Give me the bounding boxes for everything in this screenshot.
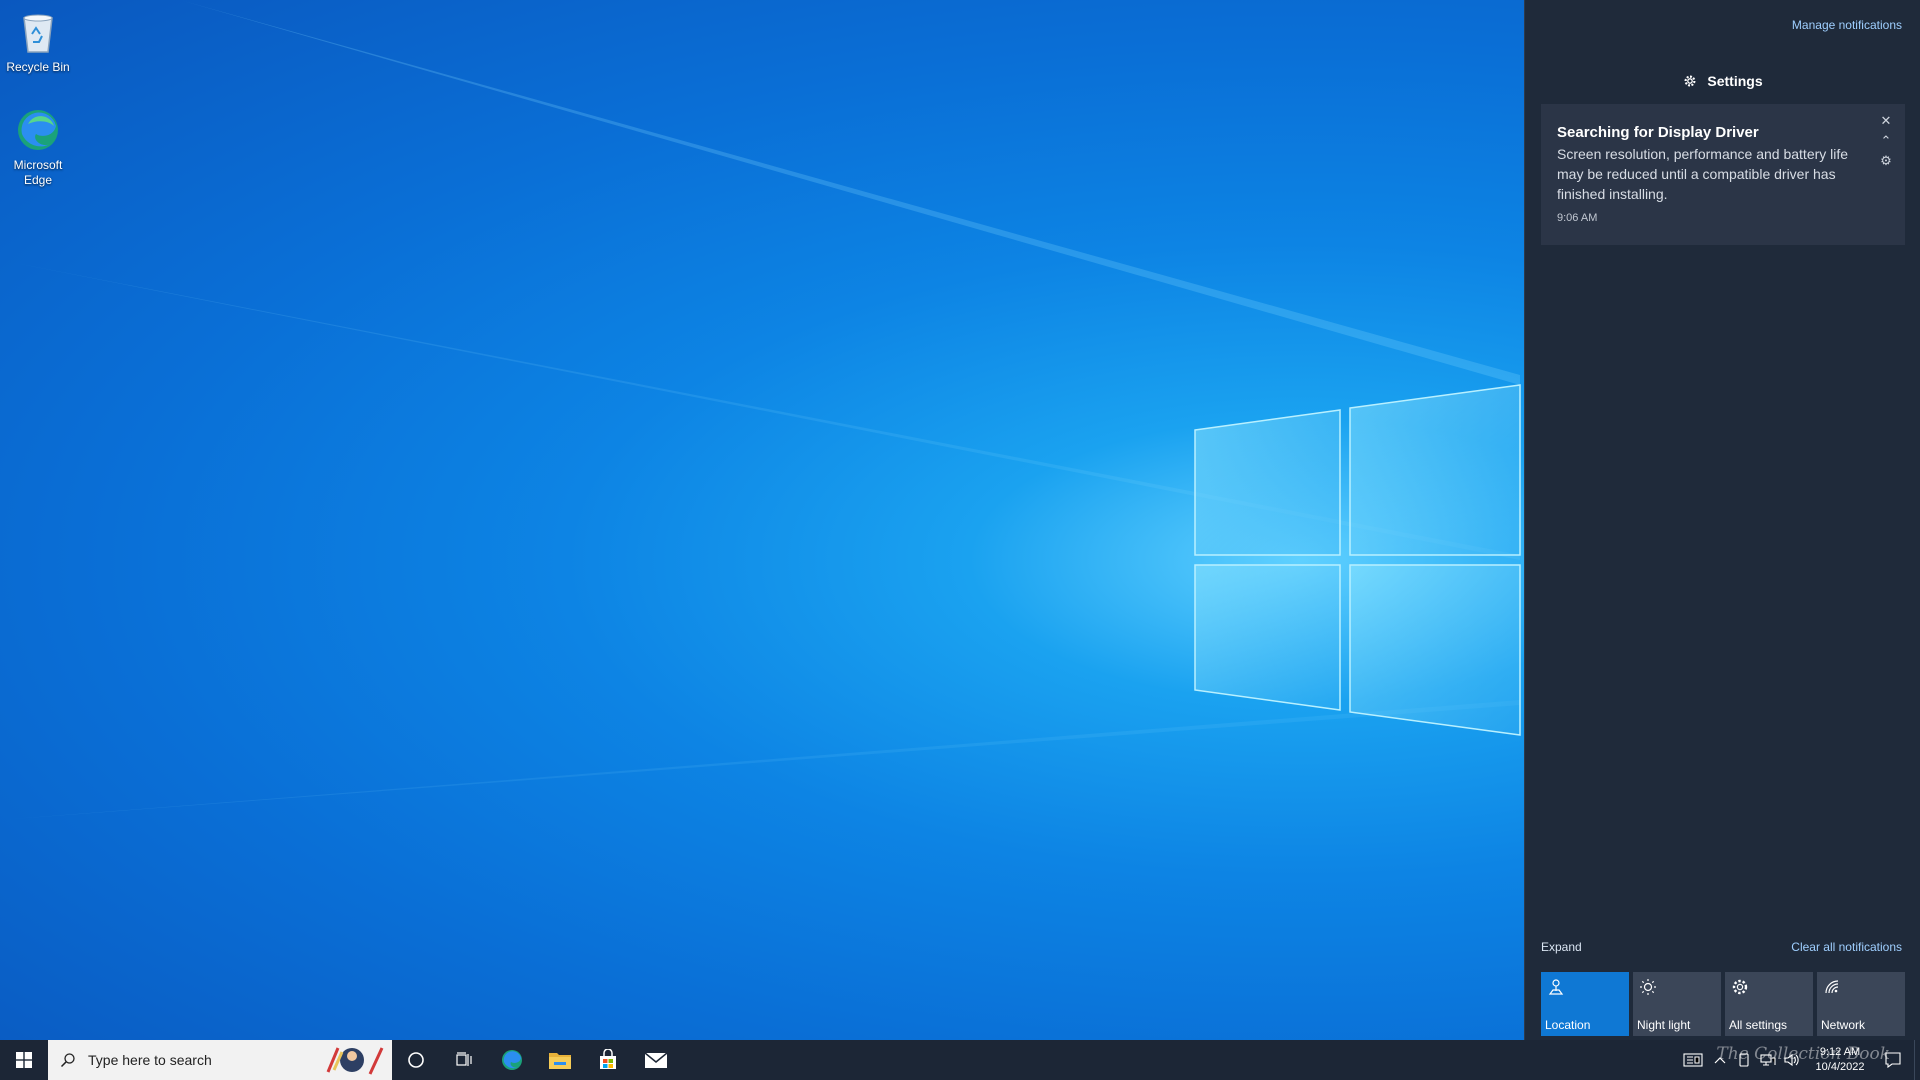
search-icon: [60, 1053, 75, 1068]
gear-icon[interactable]: ⚙: [1879, 154, 1893, 168]
desktop-icon-label: Microsoft Edge: [13, 158, 63, 187]
desktop-icon-label: Recycle Bin: [6, 60, 70, 74]
taskbar-edge-button[interactable]: [488, 1040, 536, 1080]
taskbar-file-explorer-button[interactable]: [536, 1040, 584, 1080]
store-icon: [600, 1049, 616, 1069]
notification-time: 9:06 AM: [1557, 212, 1598, 224]
network-icon: [1825, 980, 1839, 994]
quick-action-label: Night light: [1637, 1018, 1691, 1032]
taskbar-mail-button[interactable]: [632, 1040, 680, 1080]
notification-title: Searching for Display Driver: [1557, 124, 1759, 141]
quick-action-network[interactable]: Network: [1817, 972, 1905, 1036]
gear-icon: [1732, 979, 1748, 995]
night-light-icon: [1640, 979, 1656, 995]
quick-action-label: Network: [1821, 1018, 1866, 1032]
quick-action-night-light[interactable]: Night light: [1633, 972, 1721, 1036]
quick-action-label: Location: [1545, 1018, 1591, 1032]
cortana-button[interactable]: [392, 1040, 440, 1080]
notification-body: Screen resolution, performance and batte…: [1557, 146, 1849, 202]
notification-group-title: Settings: [1707, 73, 1763, 89]
cortana-icon: [408, 1052, 424, 1068]
recycle-bin-icon: [23, 14, 53, 53]
quick-actions: Location Night light All settings Networ…: [1541, 972, 1905, 1036]
task-view-icon: [456, 1052, 472, 1066]
edge-icon: [502, 1050, 522, 1070]
taskbar-store-button[interactable]: [584, 1040, 632, 1080]
file-explorer-icon: [549, 1053, 571, 1069]
edge-icon: [18, 110, 58, 150]
collapse-icon[interactable]: ⌃: [1879, 134, 1893, 148]
action-center: Manage notifications Settings Searching …: [1524, 0, 1920, 1040]
quick-action-label: All settings: [1729, 1018, 1788, 1032]
desktop-icon-edge[interactable]: Microsoft Edge: [0, 106, 76, 188]
notification-group-header[interactable]: Settings: [1525, 73, 1920, 89]
expand-link[interactable]: Expand: [1541, 940, 1582, 954]
news-icon: [1683, 1053, 1703, 1067]
search-placeholder: Type here to search: [88, 1052, 212, 1068]
search-box[interactable]: Type here to search: [48, 1040, 392, 1080]
gear-icon: [1684, 75, 1696, 87]
notification-card[interactable]: Searching for Display Driver Screen reso…: [1541, 104, 1905, 245]
mail-icon: [644, 1052, 668, 1068]
desktop-icon-recycle-bin[interactable]: Recycle Bin: [0, 8, 76, 75]
search-highlight-illustration-icon: [326, 1047, 384, 1075]
windows-logo-icon: [16, 1052, 32, 1068]
clear-all-notifications-link[interactable]: Clear all notifications: [1791, 940, 1902, 954]
quick-action-location[interactable]: Location: [1541, 972, 1629, 1036]
show-desktop-button[interactable]: [1914, 1040, 1920, 1080]
start-button[interactable]: [0, 1040, 48, 1080]
taskbar: Type here to search 9:12 AM 10/4/2022: [0, 1040, 1920, 1080]
location-icon: [1548, 979, 1564, 995]
news-widget-button[interactable]: [1678, 1040, 1708, 1080]
watermark: The Collection Book: [1716, 1044, 1890, 1064]
task-view-button[interactable]: [440, 1040, 488, 1080]
manage-notifications-link[interactable]: Manage notifications: [1792, 18, 1902, 32]
quick-action-all-settings[interactable]: All settings: [1725, 972, 1813, 1036]
close-icon[interactable]: ✕: [1879, 114, 1893, 128]
